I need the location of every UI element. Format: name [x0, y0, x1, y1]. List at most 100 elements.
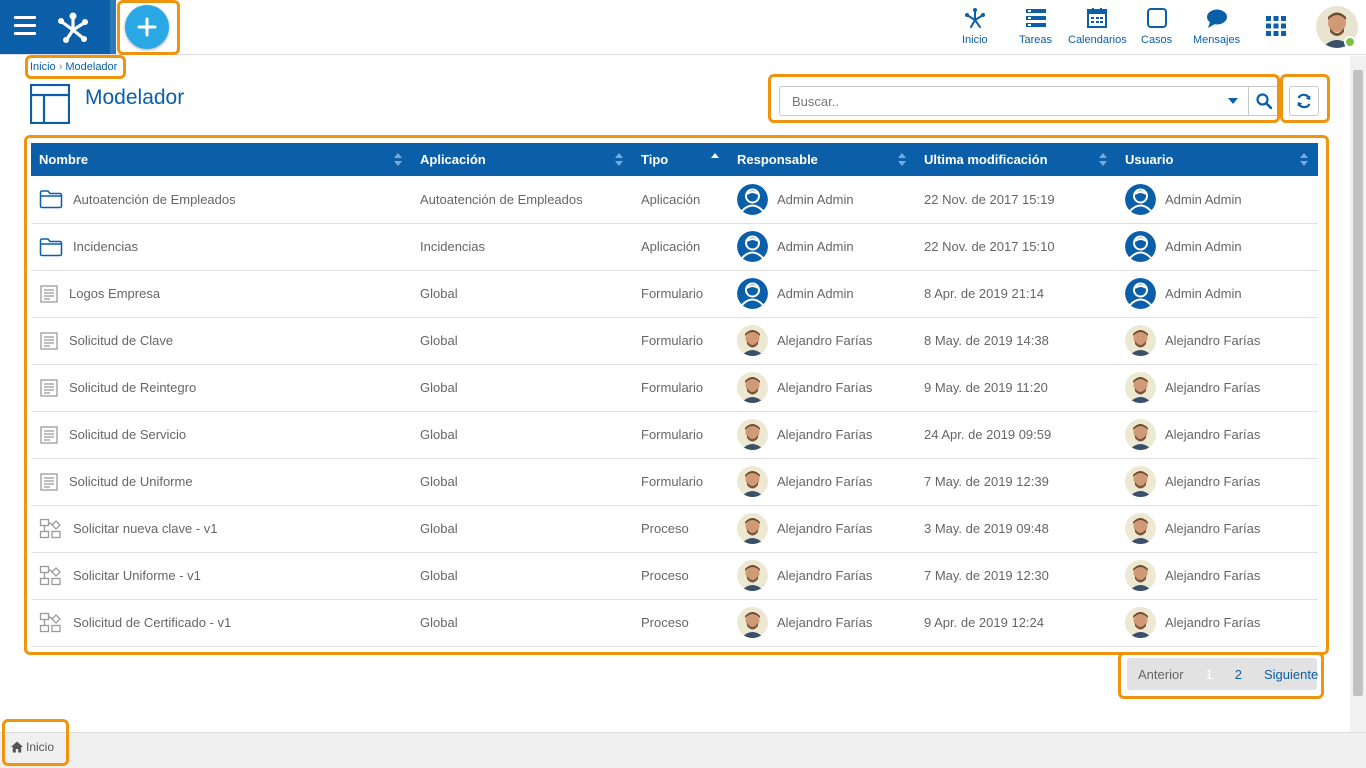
table-row[interactable]: Solicitud de Servicio Global Formulario Ale… [31, 411, 1318, 459]
breadcrumb: Inicio › Modelador [30, 61, 117, 73]
column-header-nombre[interactable]: Nombre [31, 143, 412, 176]
table-row[interactable]: Logos Empresa Global Formulario Admin Admin… [31, 270, 1318, 318]
logo-icon[interactable] [54, 8, 92, 46]
cell-nombre[interactable]: Logos Empresa [31, 270, 412, 318]
cell-nombre[interactable]: Solicitar Uniforme - v1 [31, 552, 412, 600]
folder-icon [39, 190, 63, 209]
cell-usuario: Alejandro Farías [1117, 599, 1318, 647]
column-header-responsable[interactable]: Responsable [729, 143, 916, 176]
avatar [737, 183, 768, 215]
cell-aplicacion: Global [412, 411, 633, 459]
table-row[interactable]: Solicitud de Certificado - v1 Global Proce… [31, 599, 1318, 647]
name-wrapper: Solicitar nueva clave - v1 [39, 518, 412, 540]
column-header-aplicacion[interactable]: Aplicación [412, 143, 633, 176]
cell-nombre[interactable]: Incidencias [31, 223, 412, 271]
user-name: Alejandro Farías [1165, 474, 1261, 489]
refresh-button[interactable] [1289, 86, 1319, 116]
user-name: Admin Admin [1165, 239, 1242, 254]
breadcrumb-current[interactable]: Modelador [65, 61, 117, 73]
breadcrumb-home-link[interactable]: Inicio [30, 61, 56, 73]
form-icon [40, 331, 58, 350]
cell-aplicacion: Incidencias [412, 223, 633, 271]
person-wrapper: Admin Admin [737, 183, 916, 215]
nav-tareas[interactable]: Tareas [1019, 6, 1052, 46]
item-name[interactable]: Incidencias [73, 239, 138, 254]
cell-modificacion: 8 May. de 2019 14:38 [916, 317, 1117, 365]
cell-usuario: Alejandro Farías [1117, 411, 1318, 459]
person-wrapper: Alejandro Farías [737, 466, 916, 497]
cell-responsable: Alejandro Farías [729, 552, 916, 600]
nav-inicio[interactable]: Inicio [962, 6, 988, 46]
table-row[interactable]: Solicitud de Uniforme Global Formulario Ale… [31, 458, 1318, 506]
avatar [1125, 466, 1156, 497]
nav-calendarios[interactable]: Calendarios [1068, 6, 1127, 46]
avatar [1125, 325, 1156, 356]
column-header-tipo[interactable]: Tipo [633, 143, 729, 176]
item-name[interactable]: Solicitud de Clave [69, 333, 173, 348]
cell-modificacion: 9 Apr. de 2019 12:24 [916, 599, 1117, 647]
person-wrapper: Alejandro Farías [1125, 419, 1318, 450]
network-icon [964, 8, 985, 28]
cell-usuario: Alejandro Farías [1117, 317, 1318, 365]
item-name[interactable]: Solicitud de Reintegro [69, 380, 196, 395]
add-button[interactable] [125, 5, 169, 49]
search-button[interactable] [1249, 86, 1279, 116]
owner-name: Alejandro Farías [777, 380, 873, 395]
cell-nombre[interactable]: Solicitud de Reintegro [31, 364, 412, 412]
table-row[interactable]: Solicitar Uniforme - v1 Global Proceso Alej… [31, 552, 1318, 600]
person-wrapper: Alejandro Farías [1125, 325, 1318, 356]
cell-nombre[interactable]: Solicitud de Clave [31, 317, 412, 365]
process-icon [39, 565, 61, 585]
nav-mensajes[interactable]: Mensajes [1193, 6, 1240, 46]
search-dropdown-button[interactable] [1218, 86, 1249, 116]
person-wrapper: Admin Admin [1125, 231, 1318, 262]
name-wrapper: Solicitud de Clave [39, 331, 412, 351]
table-row[interactable]: Solicitud de Reintegro Global Formulario Al… [31, 364, 1318, 412]
table-row[interactable]: Solicitar nueva clave - v1 Global Proceso A… [31, 505, 1318, 553]
cell-modificacion: 7 May. de 2019 12:30 [916, 552, 1117, 600]
folder-icon [39, 237, 63, 256]
pager-next[interactable]: Siguiente [1253, 667, 1329, 682]
column-header-ultima-modificacion[interactable]: Ultima modificación [916, 143, 1117, 176]
cell-nombre[interactable]: Solicitud de Servicio [31, 411, 412, 459]
item-name[interactable]: Solicitar nueva clave - v1 [73, 521, 218, 536]
square-icon [1146, 8, 1167, 28]
table-row[interactable]: Incidencias Incidencias Aplicación Admin Ad… [31, 223, 1318, 271]
footer-home-tab[interactable]: Inicio [5, 732, 60, 762]
cell-nombre[interactable]: Autoatención de Empleados [31, 176, 412, 224]
cell-nombre[interactable]: Solicitar nueva clave - v1 [31, 505, 412, 553]
item-name[interactable]: Solicitud de Servicio [69, 427, 186, 442]
form-icon [40, 378, 58, 397]
item-name[interactable]: Logos Empresa [69, 286, 160, 301]
sort-icon [1099, 153, 1107, 166]
pager-page-current[interactable]: 1 [1195, 667, 1224, 682]
cell-responsable: Admin Admin [729, 176, 916, 224]
scrollbar-thumb[interactable] [1353, 70, 1363, 696]
avatar [1125, 183, 1156, 215]
nav-casos[interactable]: Casos [1141, 6, 1172, 46]
cell-nombre[interactable]: Solicitud de Uniforme [31, 458, 412, 506]
cell-nombre[interactable]: Solicitud de Certificado - v1 [31, 599, 412, 647]
item-name[interactable]: Solicitar Uniforme - v1 [73, 568, 201, 583]
hamburger-menu-icon[interactable] [14, 16, 36, 36]
apps-grid-icon[interactable] [1266, 16, 1286, 36]
cell-aplicacion: Global [412, 364, 633, 412]
table-row[interactable]: Solicitud de Clave Global Formulario Alejan… [31, 317, 1318, 365]
item-name[interactable]: Solicitud de Certificado - v1 [73, 615, 231, 630]
person-wrapper: Admin Admin [1125, 183, 1318, 215]
cell-responsable: Alejandro Farías [729, 505, 916, 553]
column-header-usuario[interactable]: Usuario [1117, 143, 1318, 176]
cell-responsable: Alejandro Farías [729, 599, 916, 647]
cell-aplicacion: Global [412, 599, 633, 647]
top-bar: Inicio Tareas Calendarios Casos Mensajes [0, 0, 1366, 55]
vertical-scrollbar[interactable] [1350, 56, 1366, 732]
person-wrapper: Alejandro Farías [1125, 372, 1318, 403]
item-name[interactable]: Solicitud de Uniforme [69, 474, 193, 489]
person-wrapper: Alejandro Farías [737, 560, 916, 591]
item-name[interactable]: Autoatención de Empleados [73, 192, 236, 207]
pager-previous[interactable]: Anterior [1127, 667, 1195, 682]
table-row[interactable]: Autoatención de Empleados Autoatención de… [31, 176, 1318, 224]
pager-page-2[interactable]: 2 [1224, 667, 1253, 682]
search-input[interactable] [779, 86, 1219, 116]
cell-modificacion: 24 Apr. de 2019 09:59 [916, 411, 1117, 459]
